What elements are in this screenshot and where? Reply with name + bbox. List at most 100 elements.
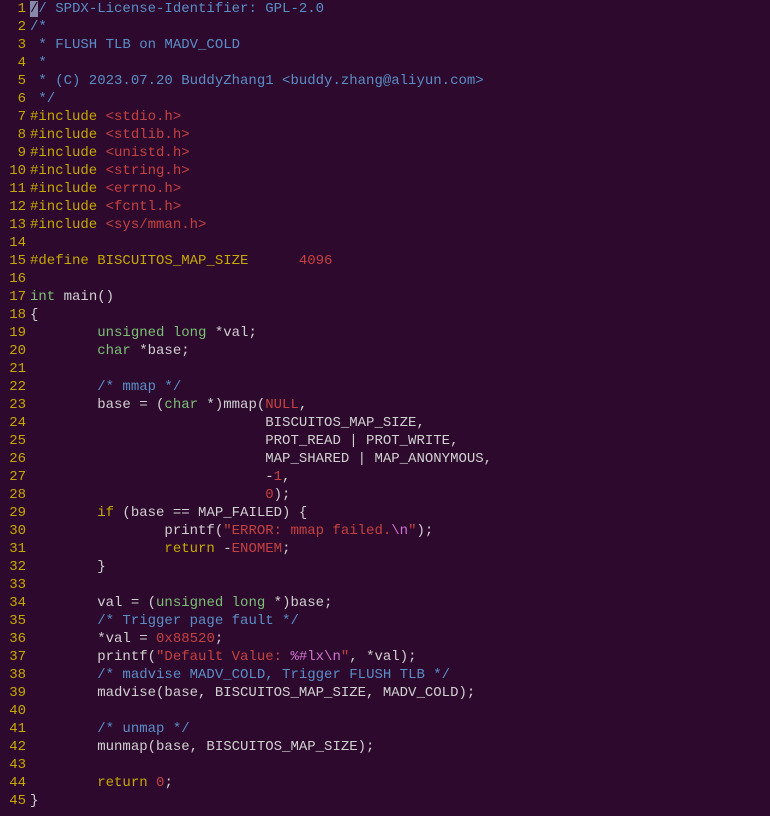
- code-line[interactable]: return -ENOMEM;: [30, 540, 770, 558]
- code-line[interactable]: // SPDX-License-Identifier: GPL-2.0: [30, 0, 770, 18]
- code-token: printf(: [30, 649, 156, 665]
- code-line[interactable]: printf("Default Value: %#lx\n", *val);: [30, 648, 770, 666]
- code-line[interactable]: #define BISCUITOS_MAP_SIZE 4096: [30, 252, 770, 270]
- line-number: 5: [0, 72, 26, 90]
- code-token: *base;: [131, 343, 190, 359]
- line-number: 37: [0, 648, 26, 666]
- code-line[interactable]: {: [30, 306, 770, 324]
- code-line[interactable]: [30, 576, 770, 594]
- code-line[interactable]: [30, 270, 770, 288]
- code-line[interactable]: #include <string.h>: [30, 162, 770, 180]
- code-token: / SPDX-License-Identifier: GPL-2.0: [38, 1, 324, 17]
- code-token: #include: [30, 217, 106, 233]
- code-token: *: [30, 55, 47, 71]
- code-token: <stdlib.h>: [106, 127, 190, 143]
- code-token: char: [164, 397, 198, 413]
- code-token: 1: [274, 469, 282, 485]
- code-token: 0x88520: [156, 631, 215, 647]
- code-line[interactable]: *: [30, 54, 770, 72]
- code-token: ;: [215, 631, 223, 647]
- code-line[interactable]: if (base == MAP_FAILED) {: [30, 504, 770, 522]
- code-token: [30, 343, 97, 359]
- line-number: 16: [0, 270, 26, 288]
- code-token: <unistd.h>: [106, 145, 190, 161]
- code-token: }: [30, 793, 38, 809]
- line-number-gutter: 1234567891011121314151617181920212223242…: [0, 0, 30, 810]
- code-line[interactable]: */: [30, 90, 770, 108]
- code-token: ENOMEM: [232, 541, 282, 557]
- code-token: /* mmap */: [97, 379, 181, 395]
- line-number: 26: [0, 450, 26, 468]
- code-line[interactable]: -1,: [30, 468, 770, 486]
- code-token: printf(: [30, 523, 223, 539]
- code-line[interactable]: [30, 756, 770, 774]
- code-token: return: [97, 775, 147, 791]
- code-line[interactable]: MAP_SHARED | MAP_ANONYMOUS,: [30, 450, 770, 468]
- code-line[interactable]: 0);: [30, 486, 770, 504]
- line-number: 8: [0, 126, 26, 144]
- line-number: 7: [0, 108, 26, 126]
- code-token: #include: [30, 199, 106, 215]
- code-line[interactable]: /* madvise MADV_COLD, Trigger FLUSH TLB …: [30, 666, 770, 684]
- line-number: 13: [0, 216, 26, 234]
- code-line[interactable]: #include <errno.h>: [30, 180, 770, 198]
- code-token: <sys/mman.h>: [106, 217, 207, 233]
- code-token: [30, 487, 265, 503]
- code-line[interactable]: [30, 702, 770, 720]
- code-line[interactable]: [30, 234, 770, 252]
- code-line[interactable]: #include <stdlib.h>: [30, 126, 770, 144]
- code-line[interactable]: * (C) 2023.07.20 BuddyZhang1 <buddy.zhan…: [30, 72, 770, 90]
- code-token: "ERROR: mmap failed.: [223, 523, 391, 539]
- code-editor[interactable]: 1234567891011121314151617181920212223242…: [0, 0, 770, 810]
- code-token: unsigned: [156, 595, 223, 611]
- line-number: 6: [0, 90, 26, 108]
- code-line[interactable]: val = (unsigned long *)base;: [30, 594, 770, 612]
- code-line[interactable]: }: [30, 792, 770, 810]
- code-line[interactable]: #include <fcntl.h>: [30, 198, 770, 216]
- code-line[interactable]: #include <unistd.h>: [30, 144, 770, 162]
- code-line[interactable]: #include <stdio.h>: [30, 108, 770, 126]
- code-token: -: [30, 469, 274, 485]
- code-token: long: [173, 325, 207, 341]
- code-line[interactable]: * FLUSH TLB on MADV_COLD: [30, 36, 770, 54]
- code-token: #include: [30, 163, 106, 179]
- code-token: char: [97, 343, 131, 359]
- code-token: return: [164, 541, 214, 557]
- code-line[interactable]: /* mmap */: [30, 378, 770, 396]
- line-number: 45: [0, 792, 26, 810]
- line-number: 31: [0, 540, 26, 558]
- code-line[interactable]: [30, 360, 770, 378]
- code-line[interactable]: /* unmap */: [30, 720, 770, 738]
- code-line[interactable]: unsigned long *val;: [30, 324, 770, 342]
- code-line[interactable]: *val = 0x88520;: [30, 630, 770, 648]
- line-number: 2: [0, 18, 26, 36]
- line-number: 27: [0, 468, 26, 486]
- code-area[interactable]: // SPDX-License-Identifier: GPL-2.0/* * …: [30, 0, 770, 810]
- line-number: 39: [0, 684, 26, 702]
- code-token: ,: [282, 469, 290, 485]
- code-token: #include: [30, 145, 106, 161]
- code-line[interactable]: munmap(base, BISCUITOS_MAP_SIZE);: [30, 738, 770, 756]
- code-token: <string.h>: [106, 163, 190, 179]
- code-line[interactable]: /* Trigger page fault */: [30, 612, 770, 630]
- code-token: [30, 379, 97, 395]
- code-line[interactable]: }: [30, 558, 770, 576]
- code-line[interactable]: base = (char *)mmap(NULL,: [30, 396, 770, 414]
- code-line[interactable]: /*: [30, 18, 770, 36]
- code-line[interactable]: return 0;: [30, 774, 770, 792]
- code-token: ,: [299, 397, 307, 413]
- code-line[interactable]: int main(): [30, 288, 770, 306]
- code-line[interactable]: PROT_READ | PROT_WRITE,: [30, 432, 770, 450]
- code-line[interactable]: madvise(base, BISCUITOS_MAP_SIZE, MADV_C…: [30, 684, 770, 702]
- code-line[interactable]: #include <sys/mman.h>: [30, 216, 770, 234]
- code-token: );: [416, 523, 433, 539]
- line-number: 12: [0, 198, 26, 216]
- code-line[interactable]: BISCUITOS_MAP_SIZE,: [30, 414, 770, 432]
- code-token: "Default Value:: [156, 649, 290, 665]
- code-token: (base == MAP_FAILED) {: [114, 505, 307, 521]
- code-token: -: [215, 541, 232, 557]
- code-token: #define BISCUITOS_MAP_SIZE: [30, 253, 299, 269]
- code-line[interactable]: char *base;: [30, 342, 770, 360]
- code-token: ;: [164, 775, 172, 791]
- code-line[interactable]: printf("ERROR: mmap failed.\n");: [30, 522, 770, 540]
